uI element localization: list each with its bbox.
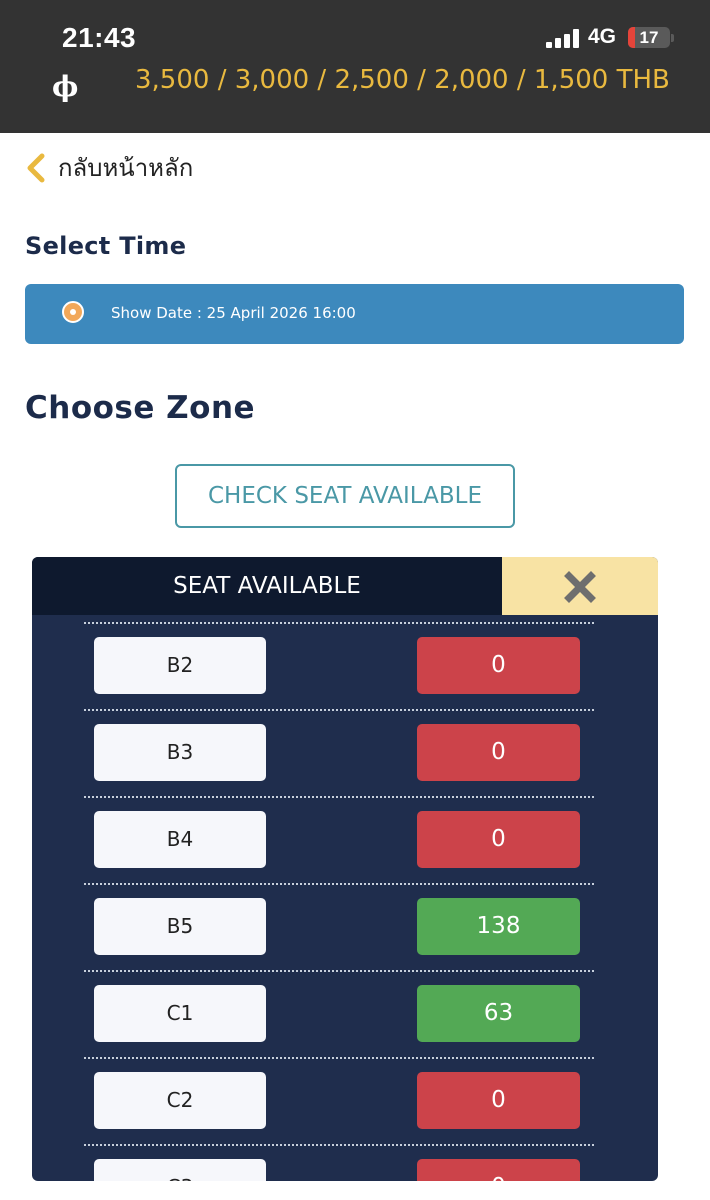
zone-label: B2 [94,637,266,694]
row-divider [84,970,594,972]
seat-count: 0 [417,637,580,694]
seat-row: B4 0 [32,789,658,876]
row-divider [84,709,594,711]
show-date-option[interactable]: Show Date : 25 April 2026 16:00 [25,284,684,344]
choose-zone-heading: Choose Zone [25,390,256,426]
zone-label: B4 [94,811,266,868]
site-logo[interactable]: ϕ [52,70,78,103]
network-type: 4G [588,25,617,48]
seat-available-panel: SEAT AVAILABLE B2 0 B3 0 B4 0 B5 138 C1 63 C2 0 C3 0 [32,557,658,1181]
battery-level: 17 [639,28,659,47]
seat-row: C2 0 [32,1050,658,1137]
seat-row: B3 0 [32,702,658,789]
zone-label: C1 [94,985,266,1042]
seat-count: 0 [417,1072,580,1129]
battery-tip [671,34,674,42]
close-icon[interactable] [564,571,596,603]
back-link-label: กลับหน้าหลัก [58,154,194,182]
seat-count: 138 [417,898,580,955]
seat-row: B2 0 [32,615,658,702]
price-list: 3,500 / 3,000 / 2,500 / 2,000 / 1,500 TH… [135,65,670,92]
row-divider [84,1057,594,1059]
seat-count: 0 [417,811,580,868]
zone-label: B3 [94,724,266,781]
close-button[interactable] [502,557,658,615]
panel-title: SEAT AVAILABLE [32,557,502,615]
top-header: 21:43 4G 17 ϕ 3,500 / 3,000 / 2,500 / 2,… [0,0,710,133]
seat-count: 0 [417,1159,580,1181]
battery-icon: 17 [628,27,670,48]
row-divider [84,622,594,624]
status-time: 21:43 [62,22,137,53]
seat-row: C3 0 [32,1137,658,1181]
seat-count: 0 [417,724,580,781]
row-divider [84,883,594,885]
row-divider [84,1144,594,1146]
radio-selected-icon[interactable] [62,301,84,323]
seat-row: C1 63 [32,963,658,1050]
back-link[interactable]: กลับหน้าหลัก [24,148,193,187]
zone-label: B5 [94,898,266,955]
seat-row: B5 138 [32,876,658,963]
seat-list: B2 0 B3 0 B4 0 B5 138 C1 63 C2 0 C3 0 [32,615,658,1181]
seat-count: 63 [417,985,580,1042]
show-date-label: Show Date : 25 April 2026 16:00 [111,304,356,322]
check-seat-button[interactable]: CHECK SEAT AVAILABLE [175,464,515,528]
select-time-heading: Select Time [25,232,187,260]
zone-label: C3 [94,1159,266,1181]
chevron-left-icon [27,153,45,182]
row-divider [84,796,594,798]
signal-icon [546,28,580,48]
zone-label: C2 [94,1072,266,1129]
